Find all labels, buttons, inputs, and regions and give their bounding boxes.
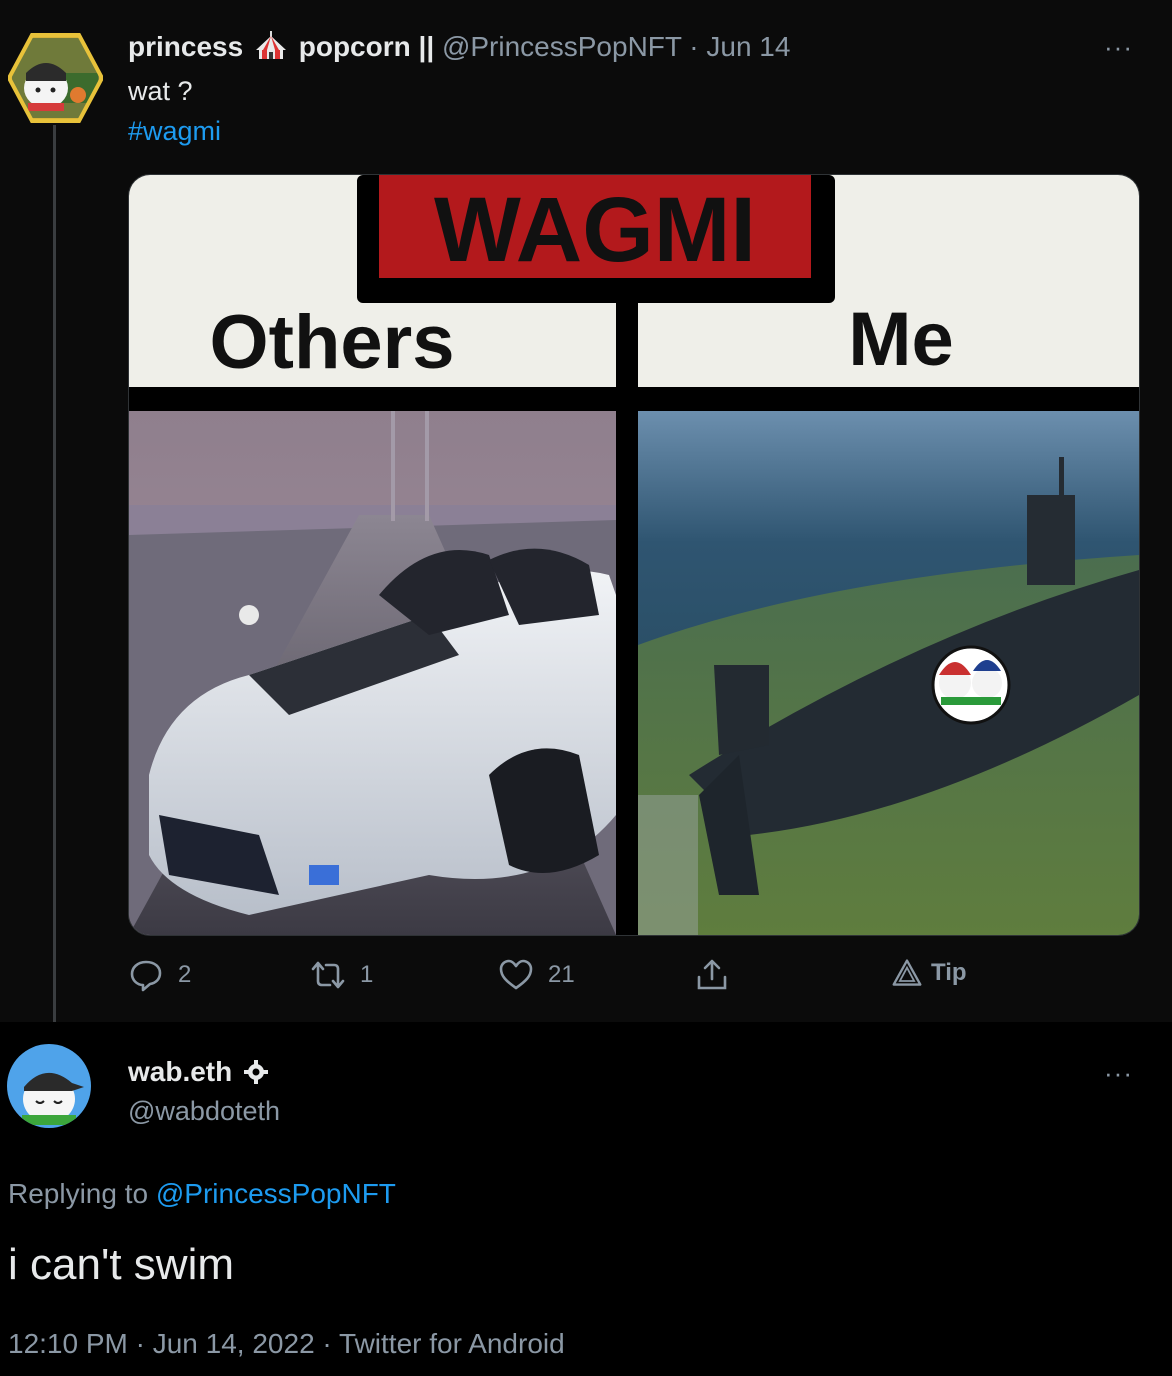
meme-illustration: WAGMI Others Me xyxy=(129,175,1139,935)
author-handle[interactable]: @PrincessPopNFT xyxy=(442,31,682,62)
thread-line xyxy=(53,125,56,1037)
submarine-photo xyxy=(638,411,1139,935)
sign-text: WAGMI xyxy=(434,179,756,281)
heart-icon xyxy=(499,959,533,990)
tip-button[interactable]: Tip xyxy=(891,957,967,989)
reply-count: 2 xyxy=(178,961,192,988)
tweet-text: wat ? xyxy=(128,76,193,106)
tweet-media-image[interactable]: WAGMI Others Me xyxy=(128,174,1140,936)
reply-author-avatar[interactable] xyxy=(6,1043,92,1129)
share-upload-icon xyxy=(697,959,727,990)
separator-dot: · xyxy=(689,31,699,62)
tweet-action-bar: 2 1 21 Tip xyxy=(128,957,1028,1001)
retweet-icon xyxy=(311,961,345,989)
replying-handle-link[interactable]: @PrincessPopNFT xyxy=(156,1178,396,1209)
replying-prefix: Replying to xyxy=(8,1178,149,1209)
reply-bubble-icon xyxy=(130,960,162,992)
retweet-button[interactable]: 1 xyxy=(310,957,373,993)
tip-label: Tip xyxy=(931,959,967,986)
replying-to-line: Replying to @PrincessPopNFT xyxy=(8,1178,396,1210)
retweet-count: 1 xyxy=(360,961,374,988)
reply-text: i can't swim xyxy=(8,1240,234,1289)
share-button[interactable] xyxy=(694,957,730,993)
author-avatar[interactable] xyxy=(8,33,103,123)
label-others: Others xyxy=(210,300,455,385)
author-name[interactable]: princess xyxy=(128,31,243,62)
hashtag-link[interactable]: #wagmi xyxy=(128,116,221,147)
like-count: 21 xyxy=(548,961,575,988)
reply-button[interactable]: 2 xyxy=(128,957,191,993)
reply-author-name[interactable]: wab.eth xyxy=(128,1056,269,1088)
like-button[interactable]: 21 xyxy=(498,957,575,993)
reply-author-handle[interactable]: @wabdoteth xyxy=(128,1096,280,1127)
more-options-icon[interactable]: ··· xyxy=(1104,32,1133,63)
reply-timestamp[interactable]: 12:10 PM · Jun 14, 2022 · Twitter for An… xyxy=(8,1328,565,1360)
reply-more-options-icon[interactable]: ··· xyxy=(1104,1058,1133,1089)
label-me: Me xyxy=(848,297,954,382)
sports-car-photo xyxy=(129,411,616,935)
gear-badge-icon xyxy=(244,1060,269,1084)
tip-triangle-icon xyxy=(892,959,922,986)
reply-author-name-text: wab.eth xyxy=(128,1056,233,1087)
tweet-date[interactable]: Jun 14 xyxy=(706,31,790,62)
circus-tent-emoji-icon xyxy=(255,31,286,59)
tweet1-header: princess popcorn || @PrincessPopNFT · Ju… xyxy=(128,30,790,63)
author-name-suffix[interactable]: popcorn || xyxy=(299,31,434,62)
